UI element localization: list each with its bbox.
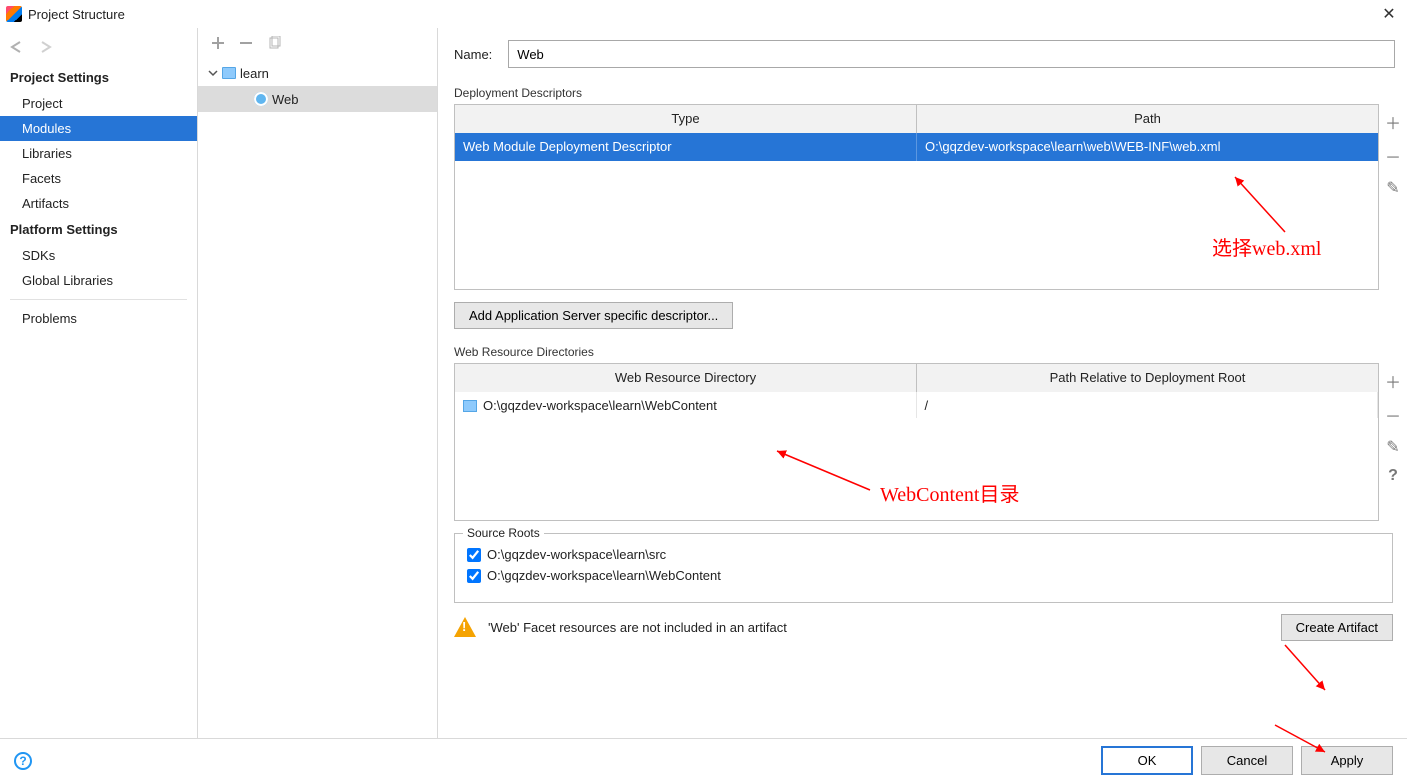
sr-label-1: O:\gqzdev-workspace\learn\WebContent: [487, 568, 721, 583]
dd-row-type: Web Module Deployment Descriptor: [455, 133, 917, 161]
nav-forward-icon[interactable]: [38, 40, 56, 54]
chevron-down-icon[interactable]: [208, 68, 218, 78]
sr-item-0[interactable]: O:\gqzdev-workspace\learn\src: [467, 544, 1380, 565]
sidebar-item-libraries[interactable]: Libraries: [0, 141, 197, 166]
sr-title: Source Roots: [463, 526, 544, 540]
sidebar-head-platform-settings: Platform Settings: [0, 216, 197, 243]
apply-button[interactable]: Apply: [1301, 746, 1393, 775]
cancel-button[interactable]: Cancel: [1201, 746, 1293, 775]
sr-item-1[interactable]: O:\gqzdev-workspace\learn\WebContent: [467, 565, 1380, 586]
sidebar-item-artifacts[interactable]: Artifacts: [0, 191, 197, 216]
sr-checkbox-1[interactable]: [467, 569, 481, 583]
wr-remove-icon[interactable]: －: [1385, 403, 1401, 427]
warning-icon: [454, 617, 476, 637]
titlebar: Project Structure ✕: [0, 0, 1407, 28]
wr-add-icon[interactable]: ＋: [1385, 369, 1401, 393]
module-tree-panel: learn Web: [198, 28, 438, 738]
divider: [10, 299, 187, 300]
nav-back-icon[interactable]: [8, 40, 26, 54]
wr-col-dir: Web Resource Directory: [455, 364, 917, 392]
name-input[interactable]: [508, 40, 1395, 68]
dd-edit-icon[interactable]: ✎: [1386, 178, 1399, 198]
intellij-icon: [6, 6, 22, 22]
add-descriptor-button[interactable]: Add Application Server specific descript…: [454, 302, 733, 329]
content-panel: Name: Deployment Descriptors Type Path W…: [438, 28, 1407, 738]
create-artifact-button[interactable]: Create Artifact: [1281, 614, 1393, 641]
wr-section-title: Web Resource Directories: [454, 345, 1407, 359]
remove-icon[interactable]: [240, 37, 252, 49]
dd-col-type: Type: [455, 105, 917, 133]
window-title: Project Structure: [28, 7, 125, 22]
close-icon[interactable]: ✕: [1377, 4, 1401, 24]
tree-child-web[interactable]: Web: [198, 86, 437, 112]
wr-table: Web Resource Directory Path Relative to …: [454, 363, 1379, 521]
sidebar-head-project-settings: Project Settings: [0, 64, 197, 91]
sidebar-item-facets[interactable]: Facets: [0, 166, 197, 191]
sr-label-0: O:\gqzdev-workspace\learn\src: [487, 547, 666, 562]
sidebar-item-modules[interactable]: Modules: [0, 116, 197, 141]
dd-add-icon[interactable]: ＋: [1385, 110, 1401, 134]
tree-label: learn: [240, 66, 269, 81]
copy-icon[interactable]: [268, 36, 282, 50]
dd-table: Type Path Web Module Deployment Descript…: [454, 104, 1379, 290]
ok-button[interactable]: OK: [1101, 746, 1193, 775]
folder-icon: [463, 400, 477, 412]
sidebar-item-problems[interactable]: Problems: [0, 306, 197, 331]
dd-row-path: O:\gqzdev-workspace\learn\web\WEB-INF\we…: [917, 133, 1378, 161]
tree-root-learn[interactable]: learn: [198, 60, 437, 86]
dd-row[interactable]: Web Module Deployment Descriptor O:\gqzd…: [455, 133, 1378, 161]
source-roots-group: Source Roots O:\gqzdev-workspace\learn\s…: [454, 533, 1393, 603]
sidebar-item-global-libraries[interactable]: Global Libraries: [0, 268, 197, 293]
warning-text: 'Web' Facet resources are not included i…: [488, 620, 787, 635]
wr-edit-icon[interactable]: ✎: [1386, 437, 1399, 457]
dd-section-title: Deployment Descriptors: [454, 86, 1407, 100]
wr-help-icon[interactable]: ?: [1388, 467, 1398, 485]
tree-label: Web: [272, 92, 299, 107]
wr-row-rel: /: [917, 392, 1379, 418]
wr-row-dir: O:\gqzdev-workspace\learn\WebContent: [455, 392, 917, 418]
wr-row[interactable]: O:\gqzdev-workspace\learn\WebContent /: [455, 392, 1378, 418]
dd-remove-icon[interactable]: －: [1385, 144, 1401, 168]
wr-col-rel: Path Relative to Deployment Root: [917, 364, 1378, 392]
help-icon[interactable]: ?: [14, 752, 32, 770]
sr-checkbox-0[interactable]: [467, 548, 481, 562]
sidebar-item-sdks[interactable]: SDKs: [0, 243, 197, 268]
add-icon[interactable]: [212, 37, 224, 49]
name-label: Name:: [454, 47, 492, 62]
folder-icon: [222, 67, 236, 79]
dd-col-path: Path: [917, 105, 1378, 133]
sidebar: Project Settings Project Modules Librari…: [0, 28, 198, 738]
web-icon: [254, 92, 268, 106]
footer: ? OK Cancel Apply: [0, 738, 1407, 782]
sidebar-item-project[interactable]: Project: [0, 91, 197, 116]
